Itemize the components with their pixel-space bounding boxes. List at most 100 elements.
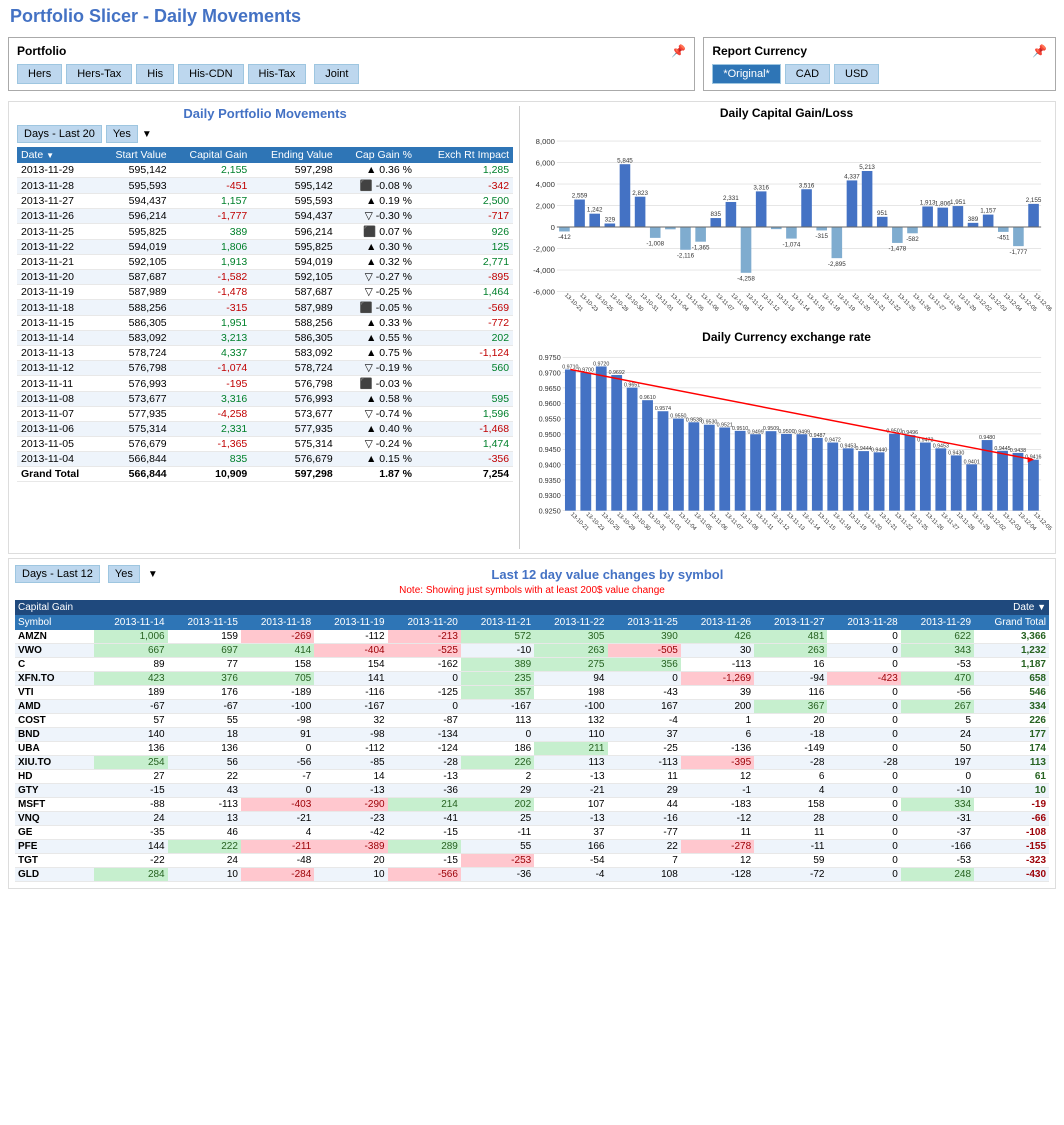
- value-cell-11: 343: [901, 644, 974, 658]
- list-item: AMZN1,006159-269-112-2135723053904264810…: [15, 630, 1049, 644]
- table-row: 2013-11-21592,1051,913594,019▲ 0.32 %2,7…: [17, 255, 513, 270]
- symbol-cell: GLD: [15, 868, 94, 882]
- value-cell-2: -189: [241, 686, 314, 700]
- value-cell-7: 7: [608, 854, 681, 868]
- filter-arrow-icon[interactable]: ▼: [142, 129, 152, 140]
- svg-text:2,823: 2,823: [632, 190, 648, 197]
- svg-text:5,845: 5,845: [617, 157, 633, 164]
- portfolio-pin-icon[interactable]: 📌: [671, 44, 686, 58]
- value-cell-2: 4: [241, 826, 314, 840]
- value-cell-5: 0: [461, 728, 534, 742]
- tag-joint[interactable]: Joint: [314, 64, 359, 84]
- symbol-cell: VTI: [15, 686, 94, 700]
- value-cell-12: 1,187: [974, 658, 1049, 672]
- tag-his[interactable]: His: [136, 64, 174, 84]
- value-cell-3: -167: [314, 700, 387, 714]
- sym-header-5: 2013-11-20: [388, 615, 461, 630]
- table-row: 2013-11-29595,1422,155597,298▲ 0.36 %1,2…: [17, 163, 513, 178]
- sym-header-11: 2013-11-28: [827, 615, 900, 630]
- tag-hers[interactable]: Hers: [17, 64, 62, 84]
- svg-text:-4,000: -4,000: [533, 266, 555, 275]
- value-cell-5: -167: [461, 700, 534, 714]
- svg-text:-1,365: -1,365: [692, 244, 710, 251]
- bottom-filter-days[interactable]: Days - Last 12: [15, 565, 100, 583]
- value-cell-3: 20: [314, 854, 387, 868]
- list-item: C8977158154-162389275356-113160-531,187: [15, 658, 1049, 672]
- table-row: 2013-11-04566,844835576,679▲ 0.15 %-356: [17, 452, 513, 467]
- svg-text:3,516: 3,516: [799, 182, 815, 189]
- value-cell-4: -525: [388, 644, 461, 658]
- value-cell-10: 0: [827, 798, 900, 812]
- svg-text:0.9450: 0.9450: [539, 445, 561, 454]
- col-date: Date ▼: [17, 147, 98, 163]
- svg-text:0.9444: 0.9444: [856, 446, 872, 452]
- symbol-cell: PFE: [15, 840, 94, 854]
- value-cell-7: -25: [608, 742, 681, 756]
- value-cell-11: 5: [901, 714, 974, 728]
- portfolio-label: Portfolio: [17, 44, 66, 58]
- value-cell-6: 110: [534, 728, 607, 742]
- value-cell-9: 20: [754, 714, 827, 728]
- value-cell-9: 263: [754, 644, 827, 658]
- value-cell-2: 91: [241, 728, 314, 742]
- filter-yes-value[interactable]: Yes: [106, 125, 138, 143]
- value-cell-8: 200: [681, 700, 754, 714]
- svg-text:0.9750: 0.9750: [539, 353, 561, 362]
- currency-usd[interactable]: USD: [834, 64, 879, 84]
- bottom-header: Days - Last 12 Yes ▼ Last 12 day value c…: [15, 565, 1049, 583]
- svg-text:8,000: 8,000: [536, 137, 555, 146]
- value-cell-5: 226: [461, 756, 534, 770]
- svg-text:5,213: 5,213: [859, 164, 875, 171]
- value-cell-4: -28: [388, 756, 461, 770]
- filter-days-label[interactable]: Days - Last 20: [17, 125, 102, 143]
- table-row: 2013-11-12576,798-1,074578,724▽ -0.19 %5…: [17, 361, 513, 376]
- value-cell-10: 0: [827, 630, 900, 644]
- report-currency-pin-icon[interactable]: 📌: [1032, 44, 1047, 58]
- table-row: 2013-11-20587,687-1,582592,105▽ -0.27 %-…: [17, 270, 513, 285]
- list-item: PFE144222-211-3892895516622-278-110-166-…: [15, 840, 1049, 854]
- daily-movements-title: Daily Portfolio Movements: [17, 106, 513, 121]
- value-cell-0: -35: [94, 826, 167, 840]
- value-cell-12: 174: [974, 742, 1049, 756]
- value-cell-1: 222: [168, 840, 241, 854]
- tag-his-tax[interactable]: His-Tax: [248, 64, 307, 84]
- value-cell-4: 0: [388, 672, 461, 686]
- value-cell-10: 0: [827, 784, 900, 798]
- value-cell-5: 357: [461, 686, 534, 700]
- svg-text:0.9499: 0.9499: [748, 429, 764, 435]
- value-cell-3: -13: [314, 784, 387, 798]
- tag-hers-tax[interactable]: Hers-Tax: [66, 64, 132, 84]
- svg-text:-582: -582: [906, 236, 919, 243]
- value-cell-6: 37: [534, 826, 607, 840]
- list-item: VNQ2413-21-23-4125-13-16-12280-31-66: [15, 812, 1049, 826]
- value-cell-5: 25: [461, 812, 534, 826]
- value-cell-12: -19: [974, 798, 1049, 812]
- tag-his-cdn[interactable]: His-CDN: [178, 64, 243, 84]
- svg-text:951: 951: [877, 210, 888, 217]
- value-cell-4: -213: [388, 630, 461, 644]
- currency-cad[interactable]: CAD: [785, 64, 830, 84]
- value-cell-9: -72: [754, 868, 827, 882]
- svg-text:-2,000: -2,000: [533, 244, 555, 253]
- svg-text:0.9453: 0.9453: [933, 443, 949, 449]
- list-item: VWO667697414-404-525-10263-5053026303431…: [15, 644, 1049, 658]
- value-cell-0: 24: [94, 812, 167, 826]
- sym-header-8: 2013-11-25: [608, 615, 681, 630]
- value-cell-1: 136: [168, 742, 241, 756]
- value-cell-12: 1,232: [974, 644, 1049, 658]
- svg-text:0.9445: 0.9445: [995, 446, 1011, 452]
- svg-text:1,806: 1,806: [935, 201, 951, 208]
- currency-original[interactable]: *Original*: [712, 64, 780, 84]
- value-cell-12: 546: [974, 686, 1049, 700]
- value-cell-7: -4: [608, 714, 681, 728]
- value-cell-3: 154: [314, 658, 387, 672]
- table-row: 2013-11-27594,4371,157595,593▲ 0.19 %2,5…: [17, 194, 513, 209]
- value-cell-0: 27: [94, 770, 167, 784]
- symbol-cell: AMD: [15, 700, 94, 714]
- value-cell-4: 289: [388, 840, 461, 854]
- col-capital-gain: Capital Gain: [171, 147, 252, 163]
- value-cell-3: -116: [314, 686, 387, 700]
- value-cell-12: 658: [974, 672, 1049, 686]
- bottom-filter-arrow[interactable]: ▼: [148, 569, 158, 580]
- bottom-filter-yes[interactable]: Yes: [108, 565, 140, 583]
